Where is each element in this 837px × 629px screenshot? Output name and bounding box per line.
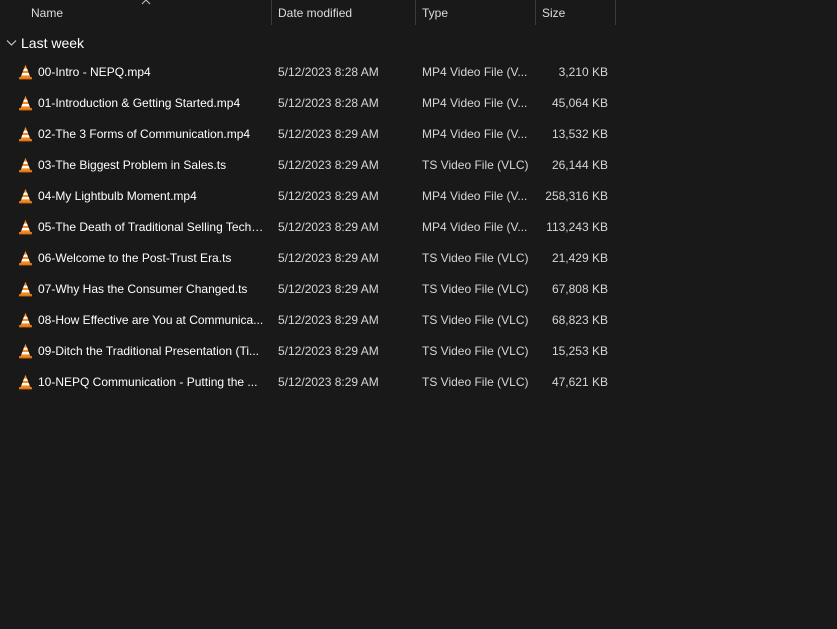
- vlc-cone-icon: [18, 219, 33, 235]
- group-header-last-week[interactable]: Last week: [0, 33, 616, 55]
- file-name: 08-How Effective are You at Communica...: [38, 313, 264, 327]
- file-row[interactable]: 07-Why Has the Consumer Changed.ts 5/12/2…: [0, 274, 616, 305]
- column-type[interactable]: Type: [415, 0, 535, 25]
- column-name[interactable]: Name: [24, 0, 270, 25]
- file-type: TS Video File (VLC): [422, 251, 529, 265]
- file-row[interactable]: 02-The 3 Forms of Communication.mp4 5/12/…: [0, 119, 616, 150]
- vlc-cone-icon: [18, 64, 33, 80]
- file-size: 258,316 KB: [545, 189, 608, 203]
- file-type: TS Video File (VLC): [422, 158, 529, 172]
- file-size: 67,808 KB: [551, 282, 608, 296]
- vlc-cone-icon: [18, 188, 33, 204]
- file-date-modified: 5/12/2023 8:29 AM: [278, 375, 379, 389]
- file-name: 02-The 3 Forms of Communication.mp4: [38, 127, 251, 141]
- file-date-modified: 5/12/2023 8:28 AM: [278, 65, 379, 79]
- group-label: Last week: [21, 35, 85, 51]
- vlc-cone-icon: [18, 312, 33, 328]
- file-name: 05-The Death of Traditional Selling Tech…: [38, 220, 266, 234]
- file-type: TS Video File (VLC): [422, 313, 529, 327]
- file-date-modified: 5/12/2023 8:29 AM: [278, 189, 379, 203]
- file-size: 68,823 KB: [551, 313, 608, 327]
- file-name: 07-Why Has the Consumer Changed.ts: [38, 282, 248, 296]
- file-rows: 00-Intro - NEPQ.mp4 5/12/2023 8:28 AM MP4 …: [0, 57, 616, 398]
- file-date-modified: 5/12/2023 8:29 AM: [278, 220, 379, 234]
- file-name: 04-My Lightbulb Moment.mp4: [38, 189, 197, 203]
- file-type: MP4 Video File (V...: [422, 189, 528, 203]
- chevron-down-icon[interactable]: [6, 39, 17, 47]
- file-size: 47,621 KB: [551, 375, 608, 389]
- column-divider[interactable]: [615, 0, 616, 25]
- column-header: Name Date modified Type Size: [0, 0, 616, 25]
- file-row[interactable]: 08-How Effective are You at Communica...…: [0, 305, 616, 336]
- file-date-modified: 5/12/2023 8:29 AM: [278, 158, 379, 172]
- file-type: MP4 Video File (V...: [422, 127, 528, 141]
- file-type: MP4 Video File (V...: [422, 96, 528, 110]
- file-size: 45,064 KB: [551, 96, 608, 110]
- file-size: 21,429 KB: [551, 251, 608, 265]
- file-date-modified: 5/12/2023 8:29 AM: [278, 344, 379, 358]
- file-date-modified: 5/12/2023 8:29 AM: [278, 282, 379, 296]
- file-row[interactable]: 01-Introduction & Getting Started.mp4 5/1…: [0, 88, 616, 119]
- file-size: 113,243 KB: [546, 220, 608, 234]
- file-name: 00-Intro - NEPQ.mp4: [38, 65, 151, 79]
- vlc-cone-icon: [18, 126, 33, 142]
- file-size: 13,532 KB: [551, 127, 608, 141]
- column-size[interactable]: Size: [535, 0, 615, 25]
- file-row[interactable]: 06-Welcome to the Post-Trust Era.ts 5/12/…: [0, 243, 616, 274]
- file-row[interactable]: 05-The Death of Traditional Selling Tech…: [0, 212, 616, 243]
- file-date-modified: 5/12/2023 8:29 AM: [278, 313, 379, 327]
- vlc-cone-icon: [18, 281, 33, 297]
- file-row[interactable]: 09-Ditch the Traditional Presentation (T…: [0, 336, 616, 367]
- file-type: TS Video File (VLC): [422, 282, 529, 296]
- vlc-cone-icon: [18, 95, 33, 111]
- vlc-cone-icon: [18, 343, 33, 359]
- file-type: MP4 Video File (V...: [422, 65, 528, 79]
- column-date-modified[interactable]: Date modified: [271, 0, 415, 25]
- file-size: 26,144 KB: [551, 158, 608, 172]
- file-size: 15,253 KB: [551, 344, 608, 358]
- file-row[interactable]: 03-The Biggest Problem in Sales.ts 5/12/2…: [0, 150, 616, 181]
- file-date-modified: 5/12/2023 8:29 AM: [278, 127, 379, 141]
- file-type: TS Video File (VLC): [422, 375, 529, 389]
- file-list-view: Name Date modified Type Size Last week 0…: [0, 0, 837, 629]
- file-name: 03-The Biggest Problem in Sales.ts: [38, 158, 227, 172]
- file-row[interactable]: 10-NEPQ Communication - Putting the ... 5…: [0, 367, 616, 398]
- file-row[interactable]: 00-Intro - NEPQ.mp4 5/12/2023 8:28 AM MP4 …: [0, 57, 616, 88]
- file-type: TS Video File (VLC): [422, 344, 529, 358]
- file-type: MP4 Video File (V...: [422, 220, 528, 234]
- file-name: 10-NEPQ Communication - Putting the ...: [38, 375, 258, 389]
- file-name: 09-Ditch the Traditional Presentation (T…: [38, 344, 259, 358]
- file-row[interactable]: 04-My Lightbulb Moment.mp4 5/12/2023 8:29…: [0, 181, 616, 212]
- file-name: 01-Introduction & Getting Started.mp4: [38, 96, 241, 110]
- file-date-modified: 5/12/2023 8:28 AM: [278, 96, 379, 110]
- file-size: 3,210 KB: [558, 65, 608, 79]
- vlc-cone-icon: [18, 250, 33, 266]
- file-name: 06-Welcome to the Post-Trust Era.ts: [38, 251, 232, 265]
- vlc-cone-icon: [18, 374, 33, 390]
- file-date-modified: 5/12/2023 8:29 AM: [278, 251, 379, 265]
- vlc-cone-icon: [18, 157, 33, 173]
